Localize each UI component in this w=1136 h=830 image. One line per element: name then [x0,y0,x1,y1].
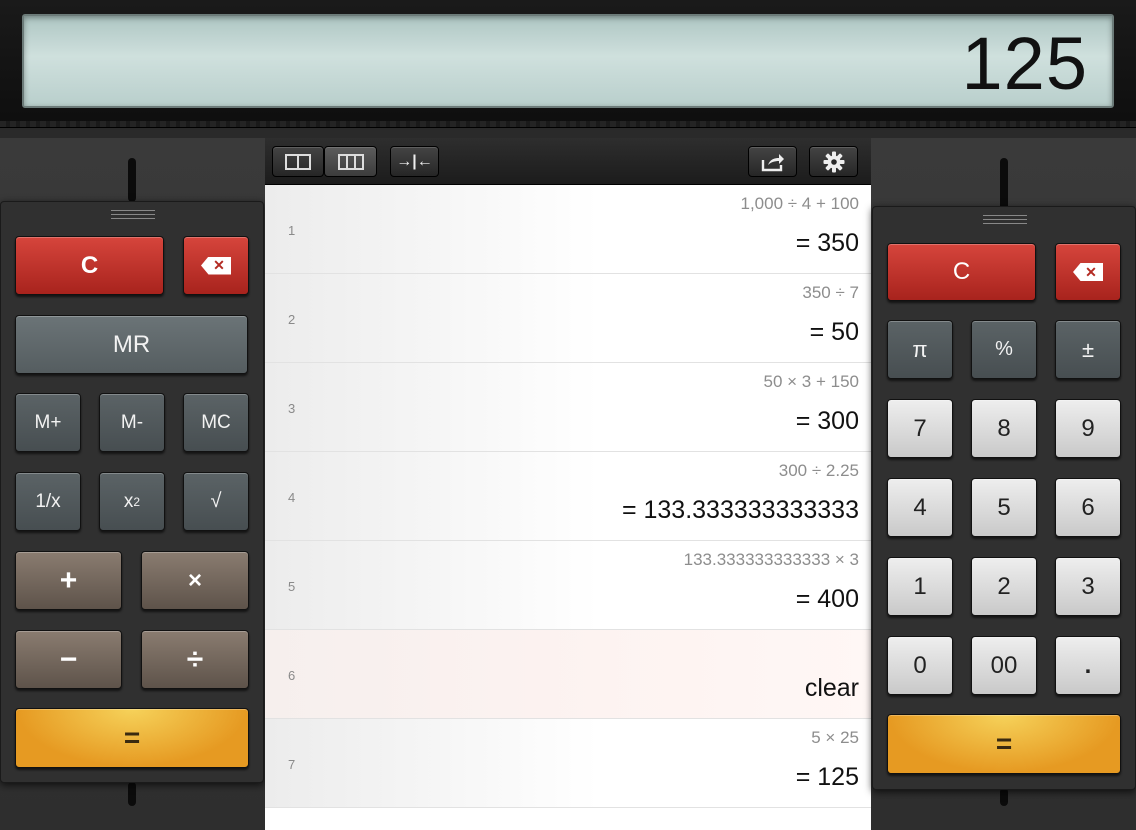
square-base: x [123,490,134,512]
row-number: 2 [288,312,296,327]
tape-row[interactable]: 4 300 ÷ 2.25 = 133.333333333333 [265,452,871,541]
row-number: 7 [288,757,296,772]
m-minus-button[interactable]: M- [99,393,165,452]
tape-row-clear[interactable]: 6 clear [265,630,871,719]
right-slider-slot-bottom [1000,788,1008,806]
row-expression: 1,000 ÷ 4 + 100 [740,194,859,213]
row-result: = 350 [795,229,859,257]
row-result: = 125 [795,763,859,791]
lcd-display: 125 [22,14,1114,108]
tape-row[interactable]: 3 50 × 3 + 150 = 300 [265,363,871,452]
row-number: 3 [288,401,296,416]
backspace-icon: ✕ [1073,263,1103,281]
minus-button[interactable]: − [15,630,122,689]
plus-minus-button[interactable]: ± [1055,320,1121,379]
plus-button[interactable]: + [15,551,122,610]
row-result: = 400 [795,585,859,613]
gear-icon [823,151,844,172]
backspace-button-left[interactable]: ✕ [183,236,249,295]
row-result: = 300 [795,407,859,435]
mc-button[interactable]: MC [183,393,249,452]
display-value: 125 [961,22,1088,105]
sqrt-button[interactable]: √ [183,472,249,531]
digit-0-button[interactable]: 0 [887,636,953,695]
backspace-button-right[interactable]: ✕ [1055,243,1121,301]
right-slider-slot [1000,158,1008,210]
calculation-tape[interactable]: 1 1,000 ÷ 4 + 100 = 350 2 350 ÷ 7 = 50 3… [265,185,871,830]
row-expression: 133.333333333333 × 3 [683,550,859,569]
digit-4-button[interactable]: 4 [887,478,953,537]
left-keypad-grip[interactable] [111,210,155,222]
square-exponent: 2 [133,494,141,509]
mr-button[interactable]: MR [15,315,248,374]
digit-7-button[interactable]: 7 [887,399,953,458]
row-number: 5 [288,579,296,594]
tape-row[interactable]: 5 133.333333333333 × 3 = 400 [265,541,871,630]
row-result: clear [804,674,859,702]
row-expression: 300 ÷ 2.25 [778,461,859,480]
row-expression: 5 × 25 [811,728,859,747]
clear-button-right[interactable]: C [887,243,1036,301]
pi-button[interactable]: π [887,320,953,379]
collapse-button[interactable]: →|← [390,146,439,177]
tape-toolbar: →|← [265,138,871,185]
row-expression: 350 ÷ 7 [802,283,859,302]
left-slider-slot-bottom [128,782,136,806]
row-result: = 50 [809,318,859,346]
two-column-view-button[interactable] [272,146,324,177]
left-slider-slot [128,158,136,202]
reciprocal-button[interactable]: 1/x [15,472,81,531]
row-number: 4 [288,490,296,505]
collapse-arrows-icon: →|← [396,152,433,170]
digit-2-button[interactable]: 2 [971,557,1037,616]
multiply-button[interactable]: × [141,551,249,610]
row-number: 1 [288,223,296,238]
row-expression: 50 × 3 + 150 [763,372,859,391]
row-number: 6 [288,668,296,683]
settings-button[interactable] [809,146,858,177]
tape-row[interactable]: 1 1,000 ÷ 4 + 100 = 350 [265,185,871,274]
double-zero-button[interactable]: 00 [971,636,1037,695]
digit-9-button[interactable]: 9 [1055,399,1121,458]
divide-button[interactable]: ÷ [141,630,249,689]
equals-button-right[interactable]: = [887,714,1121,774]
decimal-point-button[interactable]: . [1055,636,1121,695]
equals-button-left[interactable]: = [15,708,249,768]
two-column-icon [285,153,311,170]
display-frame: 125 [0,0,1136,128]
three-column-icon [337,153,364,170]
digit-3-button[interactable]: 3 [1055,557,1121,616]
tape-row[interactable]: 2 350 ÷ 7 = 50 [265,274,871,363]
digit-1-button[interactable]: 1 [887,557,953,616]
percent-button[interactable]: % [971,320,1037,379]
tape-row[interactable]: 7 5 × 25 = 125 [265,719,871,808]
digit-5-button[interactable]: 5 [971,478,1037,537]
share-icon [761,153,784,171]
three-column-view-button[interactable] [324,146,377,177]
row-result: = 133.333333333333 [621,496,859,524]
digit-8-button[interactable]: 8 [971,399,1037,458]
digit-6-button[interactable]: 6 [1055,478,1121,537]
m-plus-button[interactable]: M+ [15,393,81,452]
clear-button-left[interactable]: C [15,236,164,295]
right-keypad-grip[interactable] [983,215,1027,227]
share-button[interactable] [748,146,797,177]
square-button[interactable]: x2 [99,472,165,531]
backspace-icon: ✕ [201,256,231,275]
